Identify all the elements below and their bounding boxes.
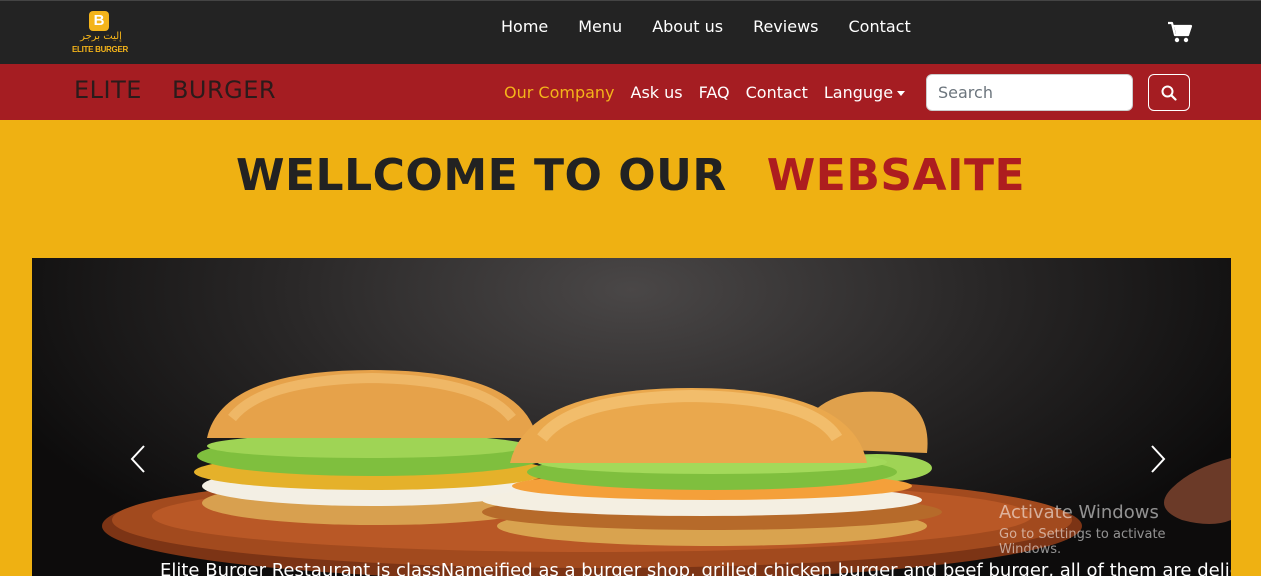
nav-reviews[interactable]: Reviews bbox=[738, 16, 833, 38]
logo-english-text: ELITE BURGER bbox=[72, 45, 128, 54]
sub-nav: Our Company Ask us FAQ Contact Languge bbox=[496, 82, 913, 104]
watermark-line2: Go to Settings to activate Windows. bbox=[999, 527, 1166, 557]
activate-windows-watermark: Activate Windows Go to Settings to activ… bbox=[999, 502, 1231, 557]
cart-icon[interactable] bbox=[1167, 21, 1193, 43]
chevron-left-icon bbox=[130, 445, 145, 473]
search-input[interactable] bbox=[926, 74, 1133, 111]
logo-letter: B bbox=[89, 11, 109, 31]
welcome-heading: WELLCOME TO OUR WEBSAITE bbox=[0, 150, 1261, 201]
carousel-caption: Elite Burger Restaurant is classNameifie… bbox=[160, 560, 1231, 576]
nav-home[interactable]: Home bbox=[486, 16, 563, 38]
carousel-prev-button[interactable] bbox=[124, 444, 154, 474]
welcome-text: WELLCOME TO OUR bbox=[235, 150, 727, 201]
subnav-faq[interactable]: FAQ bbox=[691, 82, 738, 104]
elite-burger-logo[interactable]: B إليت برجر ELITE BURGER bbox=[72, 9, 128, 57]
watermark-line1: Activate Windows bbox=[999, 502, 1159, 523]
carousel-next-button[interactable] bbox=[1142, 444, 1172, 474]
hero-carousel: Activate Windows Go to Settings to activ… bbox=[32, 258, 1231, 576]
main-nav: Home Menu About us Reviews Contact bbox=[486, 16, 926, 38]
nav-about-us[interactable]: About us bbox=[637, 16, 738, 38]
nav-contact[interactable]: Contact bbox=[833, 16, 925, 38]
welcome-accent: WEBSAITE bbox=[766, 150, 1026, 201]
secondary-navbar: ELITE BURGER Our Company Ask us FAQ Conta… bbox=[0, 64, 1261, 120]
brand-word-burger: BURGER bbox=[171, 76, 277, 104]
subnav-ask-us[interactable]: Ask us bbox=[623, 82, 691, 104]
brand-word-elite: ELITE bbox=[74, 76, 142, 104]
logo-arabic-text: إليت برجر bbox=[80, 31, 122, 42]
caret-down-icon bbox=[897, 91, 906, 96]
subnav-contact[interactable]: Contact bbox=[738, 82, 816, 104]
language-dropdown-label: Languge bbox=[823, 83, 894, 102]
nav-menu[interactable]: Menu bbox=[563, 16, 637, 38]
language-dropdown[interactable]: Languge bbox=[816, 82, 913, 104]
chevron-right-icon bbox=[1151, 445, 1166, 473]
top-navbar: B إليت برجر ELITE BURGER Home Menu About… bbox=[0, 0, 1261, 64]
subnav-our-company[interactable]: Our Company bbox=[496, 82, 623, 104]
search-icon bbox=[1161, 85, 1177, 101]
search-button[interactable] bbox=[1148, 74, 1190, 111]
brand-title[interactable]: ELITE BURGER bbox=[74, 76, 276, 104]
